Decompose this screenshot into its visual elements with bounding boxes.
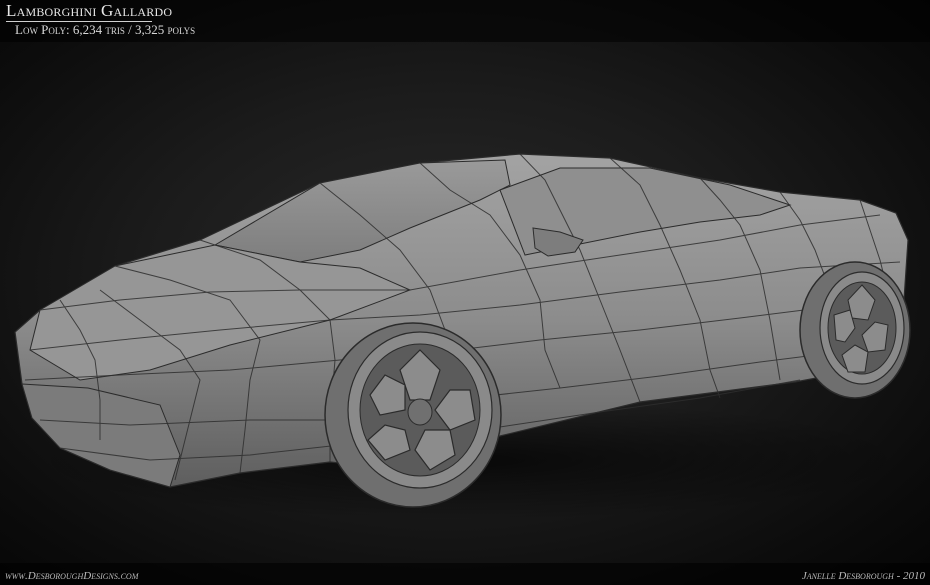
- poly-count: Low Poly: 6,234 tris / 3,325 polys: [15, 22, 196, 37]
- car-wireframe-render: [14, 153, 911, 520]
- artist-credit: Janelle Desborough - 2010: [801, 570, 925, 582]
- front-wheel: [324, 322, 502, 508]
- website-credit: www.DesboroughDesigns.com: [5, 570, 139, 582]
- footer-bar: www.DesboroughDesigns.com Janelle Desbor…: [0, 563, 930, 585]
- render-frame: Lamborghini Gallardo Low Poly: 6,234 tri…: [0, 0, 930, 585]
- model-title: Lamborghini Gallardo: [6, 1, 173, 20]
- rear-wheel: [799, 261, 911, 399]
- header-bar: Lamborghini Gallardo Low Poly: 6,234 tri…: [0, 0, 930, 42]
